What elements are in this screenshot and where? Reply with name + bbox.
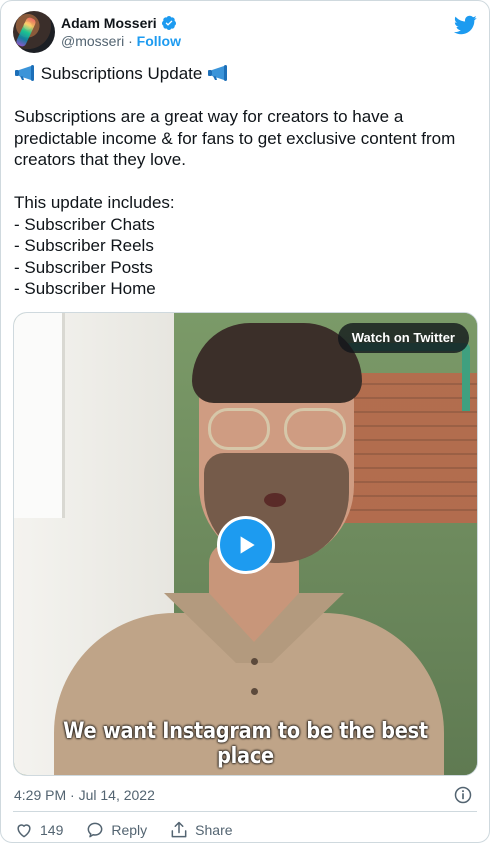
like-button[interactable]: 149 (14, 820, 63, 840)
follow-link[interactable]: Follow (137, 33, 181, 49)
list-item: - Subscriber Posts (14, 257, 153, 277)
list-item: - Subscriber Home (14, 279, 156, 298)
list-item: - Subscriber Chats (14, 214, 155, 234)
reply-icon (87, 822, 103, 838)
play-button[interactable] (217, 516, 275, 574)
share-icon (171, 821, 187, 838)
tweet-header: Adam Mosseri @mosseri · Follow (13, 11, 477, 55)
video-player[interactable]: Watch on Twitter We want Instagram to be… (13, 312, 478, 776)
info-icon[interactable] (453, 785, 473, 805)
author-handle[interactable]: @mosseri (61, 33, 124, 49)
author-info: Adam Mosseri @mosseri · Follow (61, 15, 181, 49)
tweet-card: Adam Mosseri @mosseri · Follow Subscript… (0, 0, 490, 843)
avatar[interactable] (13, 11, 55, 53)
separator-dot: · (128, 33, 133, 49)
share-button[interactable]: Share (169, 820, 233, 840)
action-bar: 149 Reply Share (14, 820, 233, 840)
share-label: Share (195, 822, 233, 838)
megaphone-icon (208, 65, 228, 81)
play-icon (240, 536, 255, 554)
tweet-title: Subscriptions Update (40, 64, 203, 83)
tweet-text: Subscriptions Update Subscriptions are a… (14, 63, 476, 300)
verified-badge-icon (161, 16, 176, 30)
tweet-body: Subscriptions are a great way for creato… (14, 107, 456, 169)
tweet-timestamp[interactable]: 4:29 PM · Jul 14, 2022 (14, 787, 155, 803)
megaphone-icon (15, 65, 34, 81)
list-intro: This update includes: (14, 193, 175, 212)
reply-label: Reply (111, 822, 148, 838)
video-caption: We want Instagram to be the best place (63, 719, 428, 769)
reply-button[interactable]: Reply (85, 820, 147, 840)
twitter-bird-icon[interactable] (453, 13, 477, 37)
like-count: 149 (40, 822, 64, 838)
author-name[interactable]: Adam Mosseri (61, 15, 157, 31)
heart-icon (17, 824, 31, 838)
divider (13, 811, 477, 812)
list-item: - Subscriber Reels (14, 236, 154, 255)
watch-on-twitter-button[interactable]: Watch on Twitter (337, 323, 469, 353)
